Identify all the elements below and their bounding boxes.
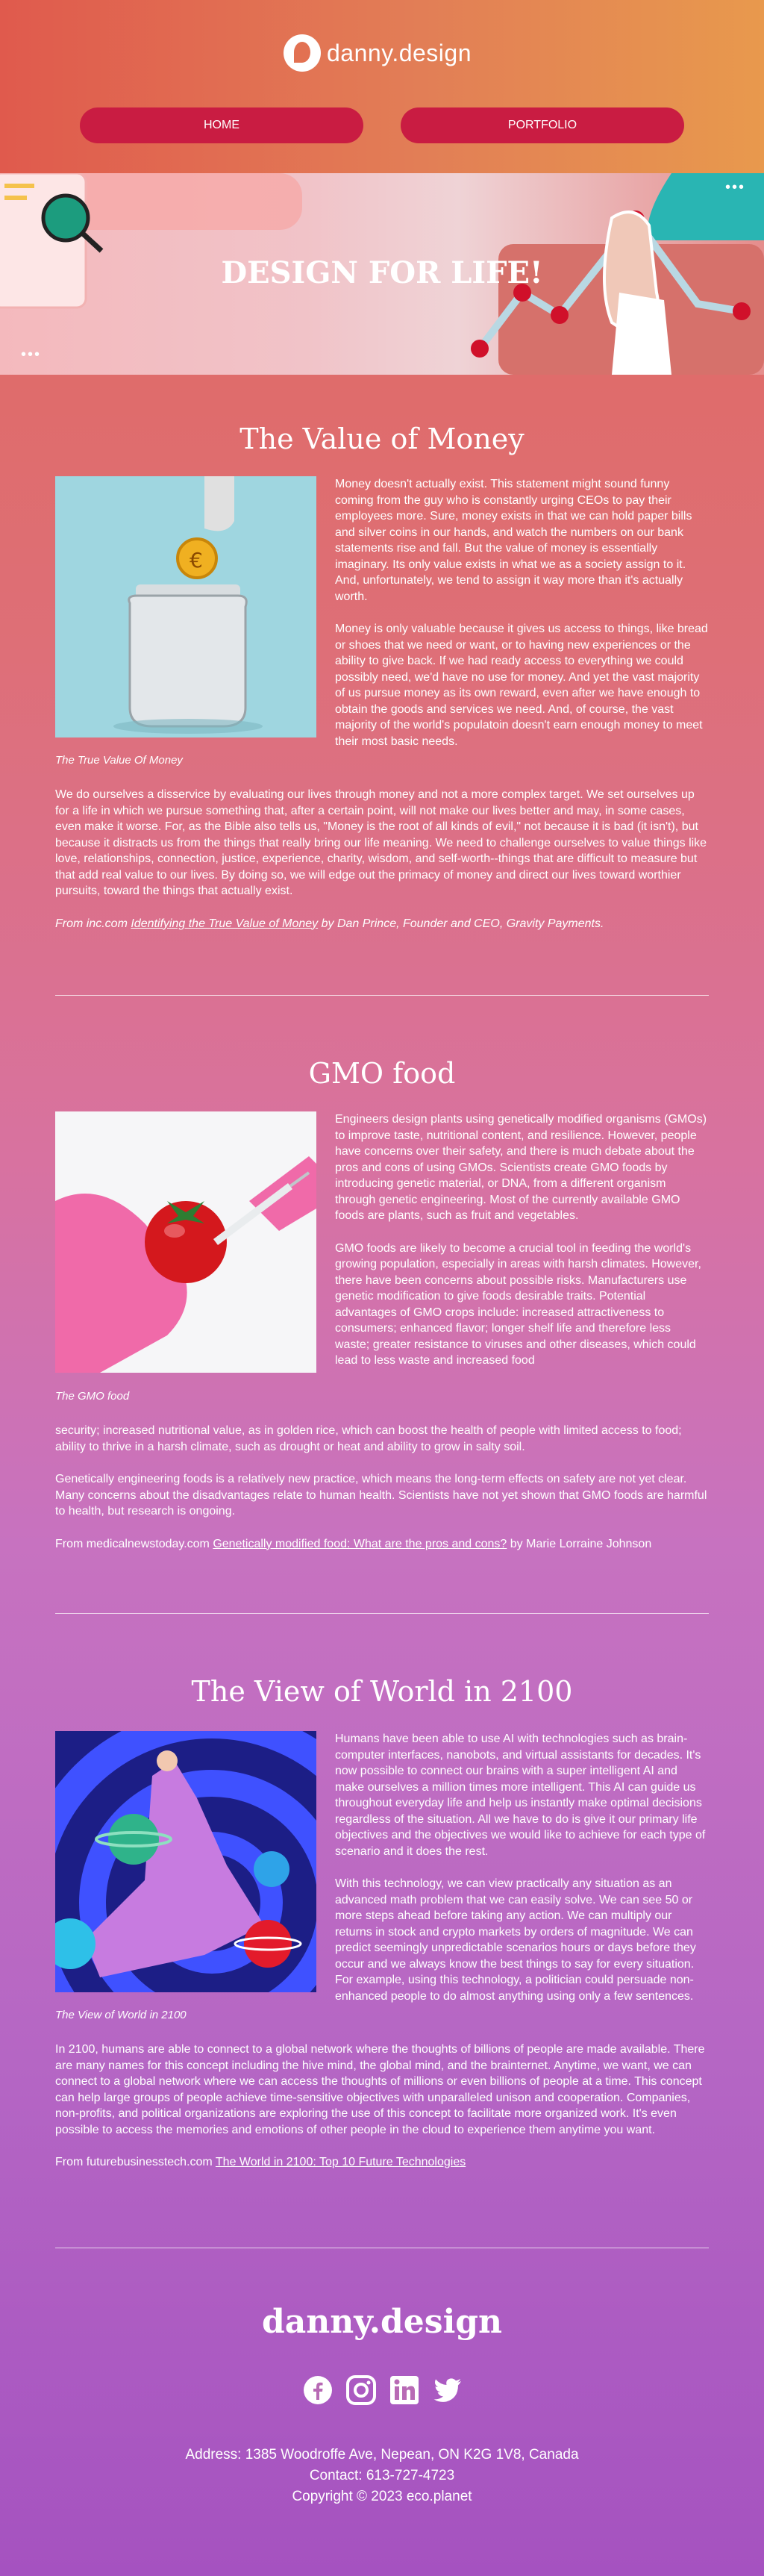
- section-divider: [55, 995, 709, 996]
- section-body-full: In 2100, humans are able to connect to a…: [55, 2042, 709, 2187]
- section-body-full: We do ourselves a disservice by evaluati…: [55, 787, 709, 948]
- logo-text: danny.design: [327, 39, 472, 66]
- image-caption: The True Value Of Money: [55, 754, 183, 767]
- section-divider: [55, 1613, 709, 1614]
- paragraph: We do ourselves a disservice by evaluati…: [55, 788, 707, 897]
- source-suffix: by Marie Lorraine Johnson: [507, 1537, 652, 1550]
- nav-portfolio-button[interactable]: PORTFOLIO: [401, 107, 684, 143]
- social-links: [303, 2375, 463, 2405]
- hero-dots-top-right: •••: [725, 179, 746, 196]
- footer-brand: danny.design: [261, 2303, 503, 2341]
- source-line: From inc.com Identifying the True Value …: [55, 916, 709, 932]
- source-prefix: From futurebusinesstech.com: [55, 2156, 216, 2168]
- instagram-icon[interactable]: [346, 2375, 376, 2405]
- section-title-gmo-food: GMO food: [308, 1057, 456, 1090]
- hero-dots-bottom-left: •••: [21, 346, 42, 363]
- paragraph: Engineers design plants using geneticall…: [335, 1113, 707, 1222]
- source-prefix: From inc.com: [55, 917, 131, 930]
- facebook-icon[interactable]: [303, 2375, 333, 2405]
- paragraph: GMO foods are likely to become a crucial…: [335, 1241, 701, 1367]
- hero-title: DESIGN FOR LIFE!: [221, 255, 543, 290]
- source-link[interactable]: The World in 2100: Top 10 Future Technol…: [216, 2156, 466, 2168]
- world-2100-image: [55, 1731, 316, 1992]
- paragraph: Money is only valuable because it gives …: [335, 623, 708, 748]
- section-body-right: Humans have been able to use AI with tec…: [335, 1731, 708, 2021]
- source-suffix: by Dan Prince, Founder and CEO, Gravity …: [318, 917, 604, 930]
- source-link[interactable]: Genetically modified food: What are the …: [213, 1538, 507, 1550]
- linkedin-icon[interactable]: [389, 2375, 419, 2405]
- source-prefix: From medicalnewstoday.com: [55, 1537, 213, 1550]
- footer-info: Address: 1385 Woodroffe Ave, Nepean, ON …: [0, 2445, 764, 2507]
- section-title-world-2100: The View of World in 2100: [191, 1675, 573, 1708]
- svg-text:€: €: [190, 548, 203, 573]
- source-line: From futurebusinesstech.com The World in…: [55, 2154, 709, 2171]
- paragraph: In 2100, humans are able to connect to a…: [55, 2043, 705, 2136]
- paragraph: Money doesn't actually exist. This state…: [335, 478, 692, 603]
- gmo-tomato-image: [55, 1111, 316, 1373]
- paragraph: security; increased nutritional value, a…: [55, 1424, 682, 1453]
- nav-home-button[interactable]: HOME: [80, 107, 363, 143]
- paragraph: Humans have been able to use AI with tec…: [335, 1733, 706, 1858]
- footer-contact: Contact: 613-727-4723: [309, 2468, 455, 2483]
- footer-address: Address: 1385 Woodroffe Ave, Nepean, ON …: [185, 2447, 579, 2463]
- section-body-right: Engineers design plants using geneticall…: [335, 1111, 708, 1385]
- site-logo[interactable]: danny.design: [284, 34, 472, 72]
- image-caption: The View of World in 2100: [55, 2009, 187, 2021]
- source-line: From medicalnewstoday.com Genetically mo…: [55, 1536, 709, 1553]
- footer-copyright: Copyright © 2023 eco.planet: [292, 2489, 472, 2504]
- source-link[interactable]: Identifying the True Value of Money: [131, 917, 318, 930]
- section-title-value-of-money: The Value of Money: [239, 422, 525, 455]
- paragraph: With this technology, we can view practi…: [335, 1877, 696, 2003]
- hero-banner: ••• ••• DESIGN FOR LIFE!: [0, 173, 764, 375]
- section-body-right: Money doesn't actually exist. This state…: [335, 476, 708, 766]
- twitter-icon[interactable]: [433, 2375, 463, 2405]
- paragraph: Genetically engineering foods is a relat…: [55, 1473, 707, 1518]
- logo-icon: [284, 34, 321, 72]
- money-jar-image: €: [55, 476, 316, 737]
- image-caption: The GMO food: [55, 1390, 130, 1403]
- section-body-full: security; increased nutritional value, a…: [55, 1423, 709, 1568]
- site-header: danny.design HOME PORTFOLIO: [0, 0, 764, 173]
